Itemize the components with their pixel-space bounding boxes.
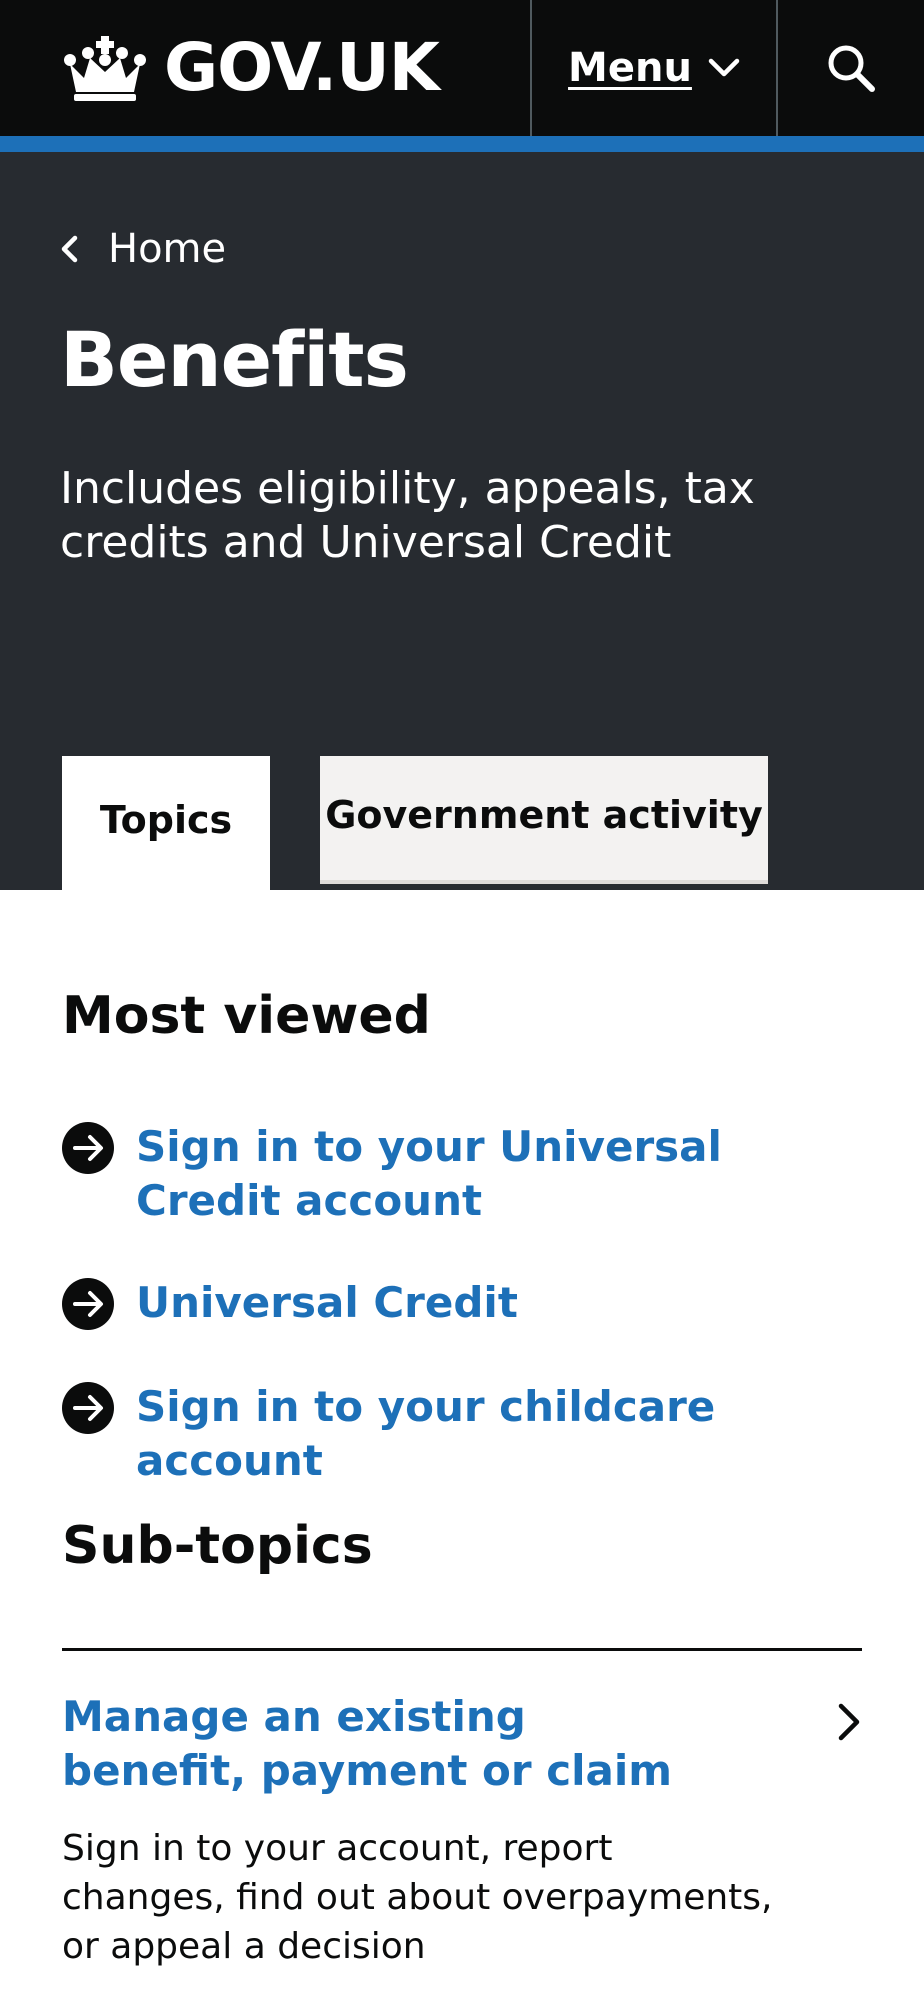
tab-topics[interactable]: Topics — [62, 756, 270, 892]
arrow-right-circle-icon — [62, 1382, 114, 1434]
logo-text: GOV.UK — [164, 29, 440, 106]
search-icon — [828, 45, 875, 92]
subtopic-item[interactable]: Manage an existing benefit, payment or c… — [62, 1690, 862, 1971]
list-item[interactable]: Sign in to your Universal Credit account — [62, 1120, 836, 1228]
list-item[interactable]: Universal Credit — [62, 1276, 836, 1330]
page-description: Includes eligibility, appeals, tax credi… — [60, 463, 755, 568]
subtopic-link[interactable]: Manage an existing benefit, payment or c… — [62, 1690, 682, 1798]
list-item[interactable]: Sign in to your childcare account — [62, 1380, 836, 1488]
most-viewed-link[interactable]: Universal Credit — [136, 1276, 836, 1330]
breadcrumb-home-link[interactable]: Home — [60, 226, 226, 272]
most-viewed-heading: Most viewed — [62, 986, 431, 1046]
hero-banner: Home Benefits Includes eligibility, appe… — [0, 152, 924, 892]
section-divider — [62, 1648, 862, 1651]
breadcrumb-label: Home — [108, 226, 227, 272]
menu-button[interactable]: Menu — [532, 0, 776, 136]
arrow-right-circle-icon — [62, 1278, 114, 1330]
menu-label: Menu — [568, 45, 692, 91]
tab-label: Topics — [99, 798, 233, 842]
site-header: GOV.UK Menu — [0, 0, 924, 136]
chevron-right-icon[interactable] — [836, 1702, 862, 1742]
most-viewed-link[interactable]: Sign in to your childcare account — [136, 1380, 836, 1488]
sub-topics-heading: Sub-topics — [62, 1516, 373, 1576]
chevron-left-icon — [61, 235, 78, 263]
tab-label: Government activity — [325, 793, 763, 837]
tab-government-activity[interactable]: Government activity — [320, 756, 768, 884]
subtopic-description: Sign in to your account, report changes,… — [62, 1828, 773, 1967]
arrow-right-circle-icon — [62, 1122, 114, 1174]
header-accent-bar — [0, 136, 924, 152]
chevron-down-icon — [708, 58, 740, 77]
page-title: Benefits — [60, 315, 409, 404]
most-viewed-link[interactable]: Sign in to your Universal Credit account — [136, 1120, 836, 1228]
search-button[interactable] — [778, 0, 924, 136]
govuk-logo-link[interactable]: GOV.UK — [60, 28, 440, 108]
crown-icon — [64, 36, 146, 101]
